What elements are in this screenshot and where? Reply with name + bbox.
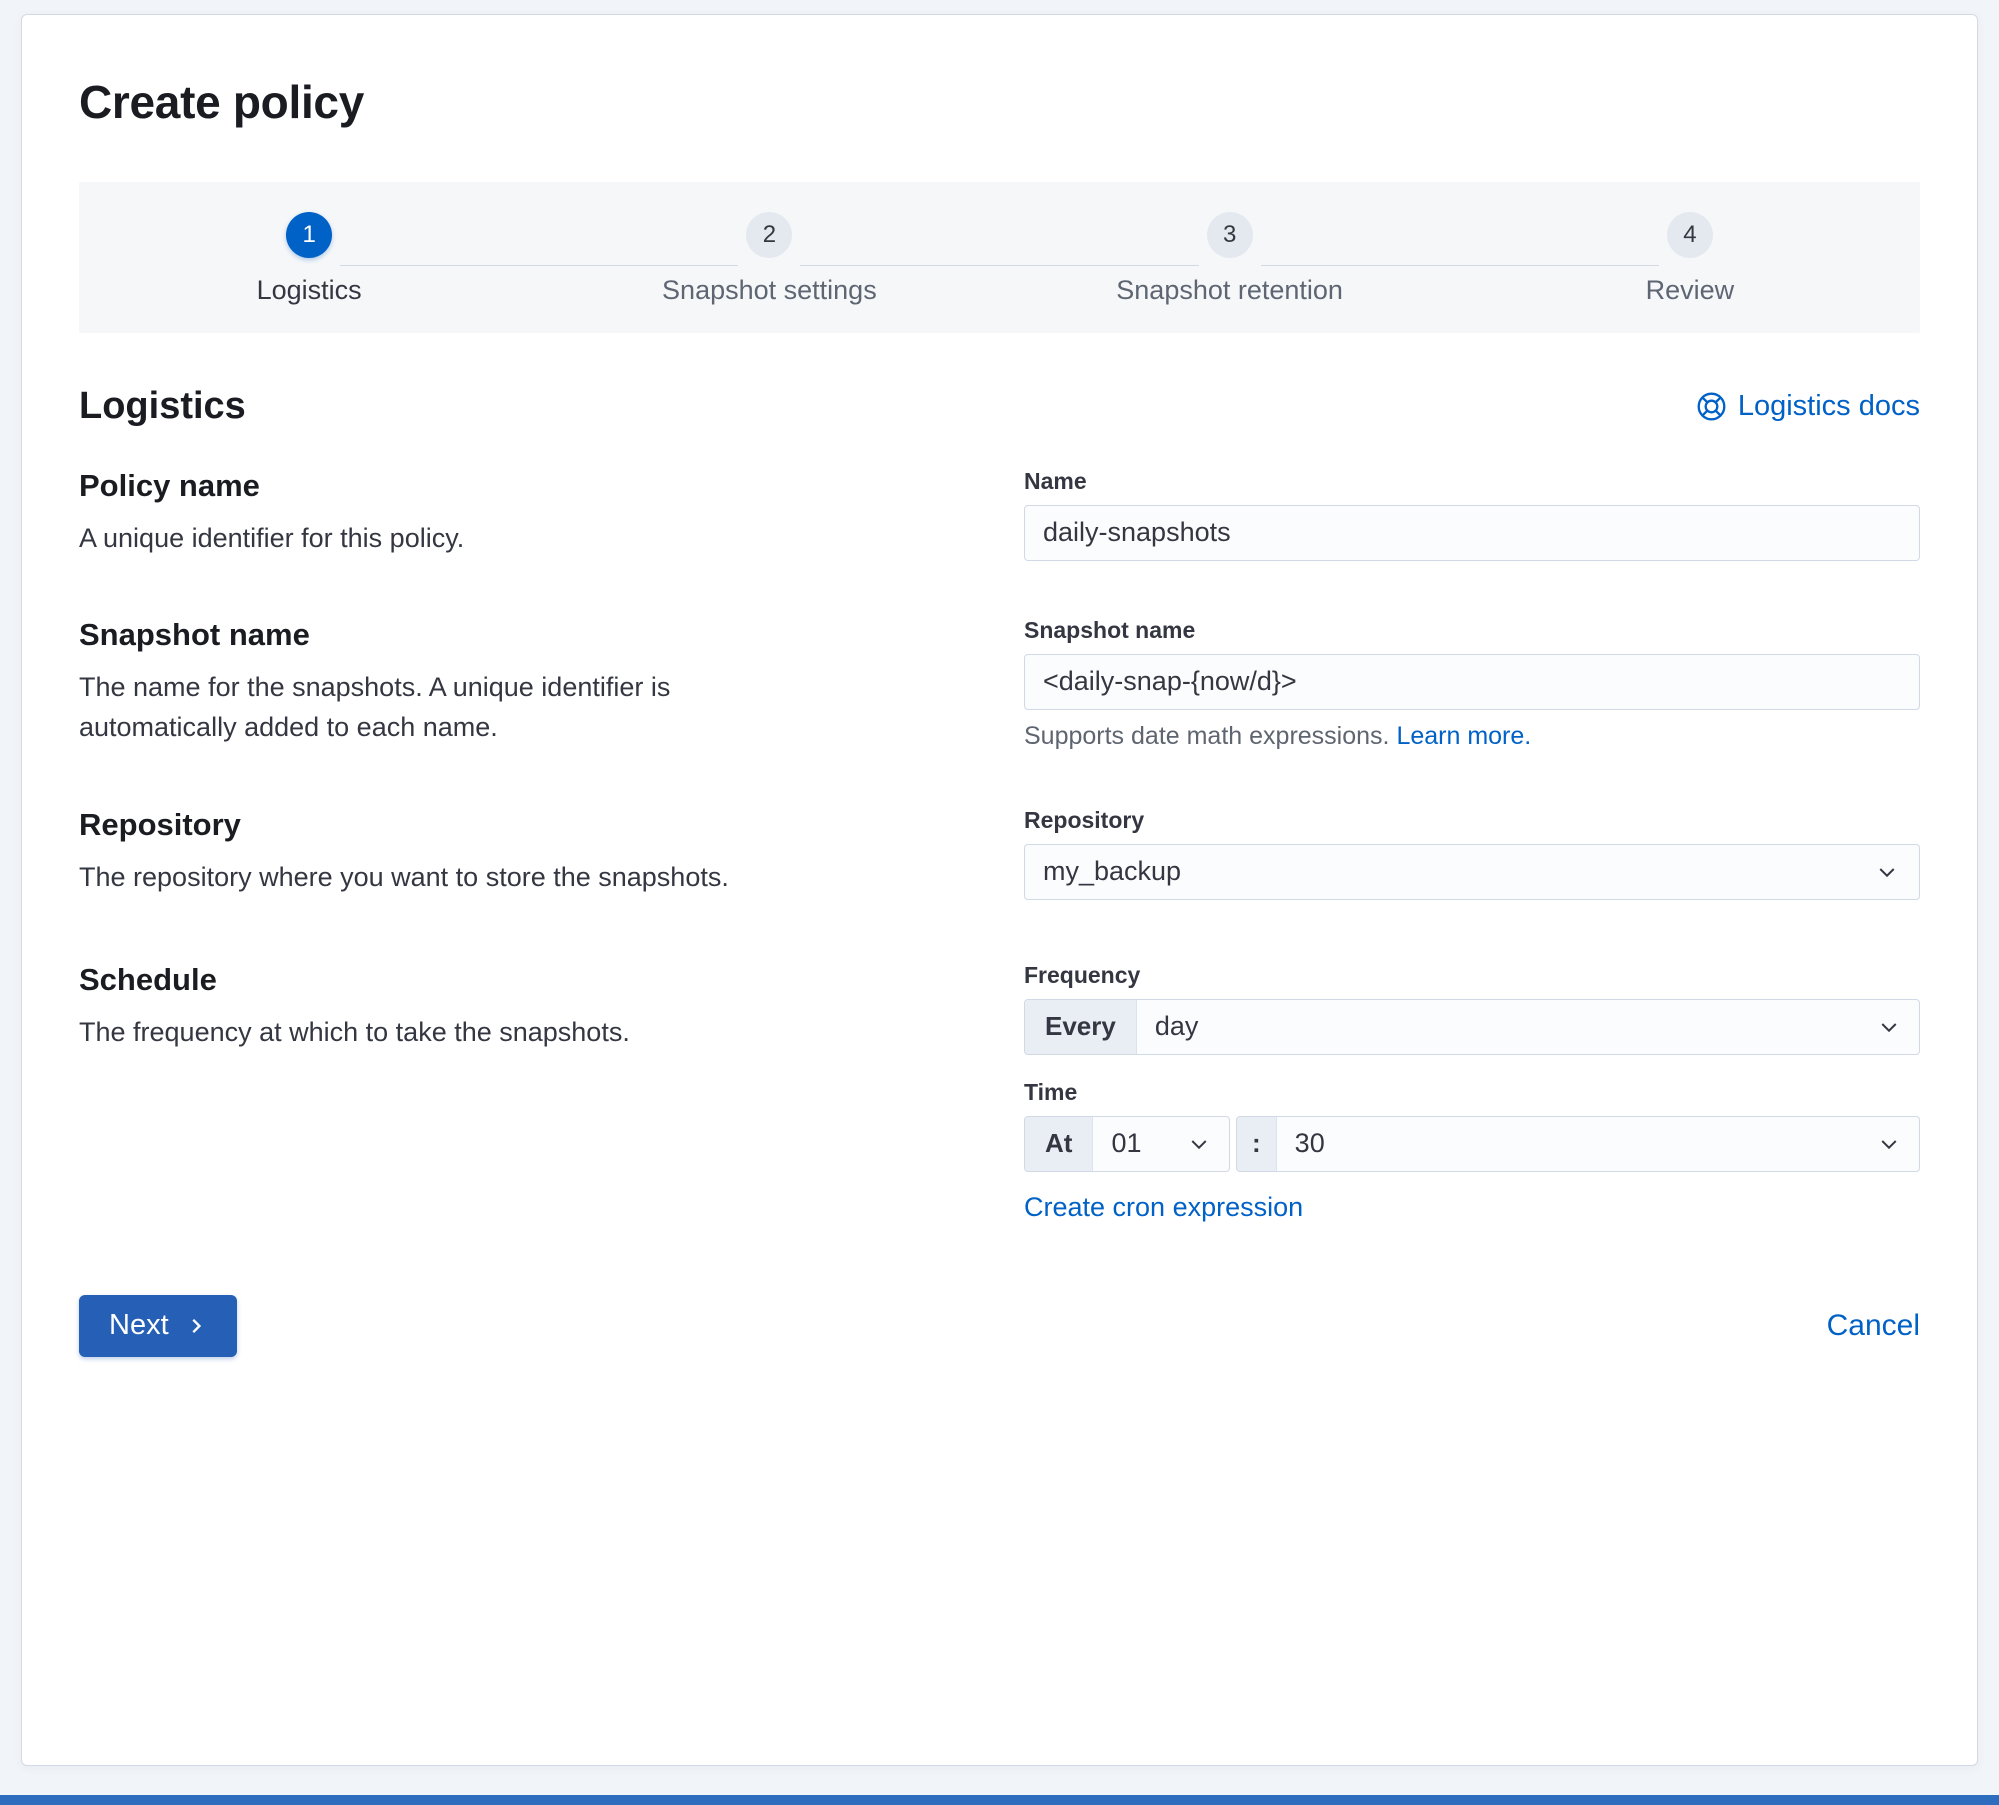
snapshot-name-input[interactable] bbox=[1024, 653, 1920, 710]
step-connector bbox=[1459, 265, 1659, 267]
step-number: 2 bbox=[762, 221, 777, 249]
chevron-down-icon bbox=[1875, 860, 1899, 884]
step-connector bbox=[539, 265, 739, 267]
cancel-link[interactable]: Cancel bbox=[1827, 1309, 1920, 1343]
time-field: At 01 : 30 bbox=[1024, 1115, 1920, 1172]
repository-select[interactable]: my_backup bbox=[1024, 843, 1920, 900]
step-label-snapshot-retention: Snapshot retention bbox=[1116, 275, 1343, 306]
help-icon bbox=[1696, 391, 1727, 422]
hour-field: At 01 bbox=[1024, 1115, 1230, 1172]
step-progress: 1 Logistics 2 Snapshot settings 3 Snapsh… bbox=[79, 182, 1920, 333]
frequency-prepend: Every bbox=[1025, 999, 1137, 1054]
chevron-right-icon bbox=[185, 1315, 207, 1337]
step-review[interactable]: 4 Review bbox=[1459, 212, 1920, 306]
step-connector bbox=[999, 265, 1199, 267]
logistics-docs-label: Logistics docs bbox=[1737, 389, 1920, 422]
frequency-select[interactable]: day bbox=[1137, 1000, 1919, 1054]
snapshot-name-help: Supports date math expressions. Learn mo… bbox=[1024, 722, 1920, 751]
section-title: Logistics bbox=[79, 384, 246, 427]
time-separator: : bbox=[1237, 1116, 1277, 1171]
next-button[interactable]: Next bbox=[79, 1294, 237, 1357]
step-connector bbox=[340, 265, 540, 267]
step-4-circle: 4 bbox=[1666, 212, 1713, 259]
policy-name-input[interactable] bbox=[1024, 504, 1920, 561]
step-logistics[interactable]: 1 Logistics bbox=[79, 212, 540, 306]
step-2-circle: 2 bbox=[746, 212, 793, 259]
step-number: 1 bbox=[302, 221, 316, 249]
step-label-snapshot-settings: Snapshot settings bbox=[662, 275, 877, 306]
schedule-heading: Schedule bbox=[79, 961, 217, 997]
repository-value: my_backup bbox=[1043, 856, 1182, 887]
snapshot-name-heading: Snapshot name bbox=[79, 616, 310, 652]
frequency-field: Every day bbox=[1024, 998, 1920, 1055]
step-1-circle: 1 bbox=[286, 212, 333, 259]
step-number: 4 bbox=[1683, 221, 1697, 249]
create-policy-panel: Create policy 1 Logistics 2 Snapshot set… bbox=[21, 14, 1978, 1766]
bottom-accent-bar bbox=[0, 1795, 1999, 1805]
step-3-circle: 3 bbox=[1206, 212, 1253, 259]
policy-name-heading: Policy name bbox=[79, 467, 260, 503]
frequency-value: day bbox=[1154, 1011, 1199, 1042]
repository-heading: Repository bbox=[79, 806, 241, 842]
hour-value: 01 bbox=[1111, 1128, 1142, 1159]
minute-field: : 30 bbox=[1236, 1115, 1920, 1172]
repository-field-label: Repository bbox=[1024, 806, 1145, 833]
snapshot-name-help-text: Supports date math expressions. bbox=[1024, 721, 1390, 750]
minute-value: 30 bbox=[1294, 1128, 1325, 1159]
step-snapshot-settings[interactable]: 2 Snapshot settings bbox=[539, 212, 1000, 306]
chevron-down-icon bbox=[1187, 1132, 1211, 1156]
repository-description: The repository where you want to store t… bbox=[79, 861, 729, 892]
time-prepend: At bbox=[1025, 1116, 1094, 1171]
policy-name-description: A unique identifier for this policy. bbox=[79, 522, 465, 553]
next-button-label: Next bbox=[109, 1309, 169, 1342]
logistics-docs-link[interactable]: Logistics docs bbox=[1696, 390, 1920, 423]
step-snapshot-retention[interactable]: 3 Snapshot retention bbox=[999, 212, 1460, 306]
step-label-review: Review bbox=[1645, 275, 1735, 306]
step-connector bbox=[1260, 265, 1460, 267]
name-field-label: Name bbox=[1024, 467, 1087, 494]
snapshot-name-description: The name for the snapshots. A unique ide… bbox=[79, 671, 671, 743]
minute-select[interactable]: 30 bbox=[1277, 1117, 1919, 1171]
step-number: 3 bbox=[1222, 221, 1237, 249]
snapshot-name-row: Snapshot name The name for the snapshots… bbox=[79, 617, 1920, 751]
step-label-logistics: Logistics bbox=[256, 275, 362, 306]
chevron-down-icon bbox=[1877, 1132, 1901, 1156]
frequency-field-label: Frequency bbox=[1024, 961, 1141, 988]
time-field-label: Time bbox=[1024, 1078, 1078, 1105]
snapshot-name-field-label: Snapshot name bbox=[1024, 616, 1196, 643]
policy-name-row: Policy name A unique identifier for this… bbox=[79, 468, 1920, 561]
form-footer: Next Cancel bbox=[79, 1294, 1920, 1357]
schedule-description: The frequency at which to take the snaps… bbox=[79, 1016, 630, 1047]
learn-more-link[interactable]: Learn more. bbox=[1396, 722, 1531, 750]
schedule-row: Schedule The frequency at which to take … bbox=[79, 962, 1920, 1223]
chevron-down-icon bbox=[1877, 1015, 1901, 1039]
step-connector bbox=[800, 265, 1000, 267]
page-title: Create policy bbox=[79, 76, 364, 128]
create-cron-expression-link[interactable]: Create cron expression bbox=[1024, 1192, 1303, 1223]
hour-select[interactable]: 01 bbox=[1093, 1117, 1229, 1171]
repository-row: Repository The repository where you want… bbox=[79, 807, 1920, 900]
section-header: Logistics Logistics docs bbox=[79, 385, 1920, 428]
